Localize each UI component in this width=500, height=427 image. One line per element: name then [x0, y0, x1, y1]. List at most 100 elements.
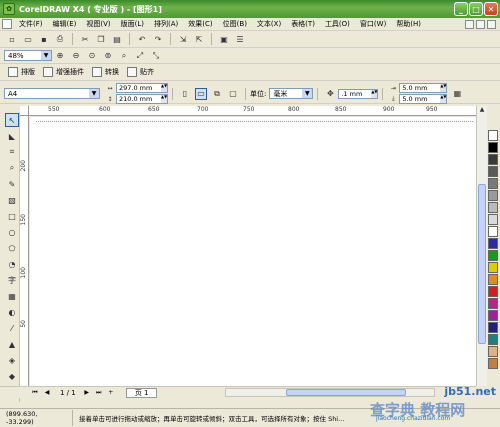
redo-icon[interactable]: ↷ — [152, 33, 164, 45]
color-swatch[interactable] — [488, 250, 498, 261]
color-swatch[interactable] — [488, 154, 498, 165]
color-swatch[interactable] — [488, 166, 498, 177]
copy-icon[interactable]: ❐ — [95, 33, 107, 45]
shape-tool-icon[interactable]: ◣ — [5, 129, 19, 143]
typeset-button[interactable]: 排版 — [4, 66, 39, 79]
undo-icon[interactable]: ↶ — [136, 33, 148, 45]
portrait-icon[interactable]: ▯ — [179, 88, 191, 100]
duplicate-y-field[interactable]: 5.0 mm ▲▼ — [399, 94, 448, 104]
drawing-canvas[interactable] — [30, 117, 476, 386]
basic-shapes-tool-icon[interactable]: ◔ — [5, 257, 19, 271]
cut-icon[interactable]: ✂ — [79, 33, 91, 45]
properties-icon[interactable]: ▦ — [451, 88, 463, 100]
zoom-out-icon[interactable]: ⊖ — [70, 50, 82, 62]
zoom-height-icon[interactable]: ⤡ — [150, 50, 162, 62]
color-swatch[interactable] — [488, 214, 498, 225]
color-swatch[interactable] — [488, 334, 498, 345]
nudge-distance-field[interactable]: .1 mm ▲▼ — [338, 88, 379, 99]
document-icon[interactable] — [2, 19, 12, 29]
color-swatch[interactable] — [488, 262, 498, 273]
new-file-icon[interactable]: ▫ — [6, 33, 18, 45]
color-swatch[interactable] — [488, 358, 498, 369]
options-icon[interactable]: ☰ — [234, 33, 246, 45]
ellipse-tool-icon[interactable]: ○ — [5, 225, 19, 239]
add-page-icon[interactable]: + — [106, 388, 116, 397]
maximize-button[interactable]: □ — [469, 2, 483, 16]
enhance-plugin-button[interactable]: 增强插件 — [39, 66, 88, 79]
zoom-tool-icon[interactable]: ⌕ — [5, 161, 19, 175]
menu-bitmaps[interactable]: 位图(B) — [218, 19, 252, 29]
rectangle-tool-icon[interactable]: □ — [5, 209, 19, 223]
prev-page-icon[interactable]: ◀ — [42, 388, 52, 397]
units-select[interactable]: 毫米 ▼ — [269, 88, 314, 99]
color-swatch[interactable] — [488, 226, 498, 237]
first-page-icon[interactable]: ⏮ — [30, 388, 40, 397]
open-folder-icon[interactable]: ▭ — [22, 33, 34, 45]
scroll-up-icon[interactable]: ▲ — [477, 106, 487, 116]
zoom-page-icon[interactable]: ⌕ — [118, 50, 130, 62]
close-button[interactable]: ✕ — [484, 2, 498, 16]
color-swatch[interactable] — [488, 286, 498, 297]
color-swatch[interactable] — [488, 310, 498, 321]
interactive-blend-tool-icon[interactable]: ◐ — [5, 305, 19, 319]
color-swatch[interactable] — [488, 346, 498, 357]
polygon-tool-icon[interactable]: ⬠ — [5, 241, 19, 255]
menu-table[interactable]: 表格(T) — [286, 19, 320, 29]
vertical-scroll-thumb[interactable] — [478, 184, 486, 344]
eyedropper-tool-icon[interactable]: ⁄ — [5, 321, 19, 335]
table-tool-icon[interactable]: ▦ — [5, 289, 19, 303]
color-swatch[interactable] — [488, 298, 498, 309]
color-swatch[interactable] — [488, 142, 498, 153]
import-icon[interactable]: ⇲ — [177, 33, 189, 45]
last-page-icon[interactable]: ⏭ — [94, 388, 104, 397]
freehand-tool-icon[interactable]: ✎ — [5, 177, 19, 191]
convert-button[interactable]: 转换 — [88, 66, 123, 79]
horizontal-ruler[interactable]: 550 600 650 700 750 800 850 900 950 — [29, 106, 476, 116]
paste-icon[interactable]: ▤ — [111, 33, 123, 45]
coreldraw-app-icon[interactable]: ✿ — [3, 3, 15, 15]
color-swatch[interactable] — [488, 202, 498, 213]
next-page-icon[interactable]: ▶ — [82, 388, 92, 397]
zoom-level-select[interactable]: 48% ▼ — [4, 50, 52, 61]
color-swatch[interactable] — [488, 322, 498, 333]
ruler-corner[interactable] — [20, 106, 29, 116]
zoom-width-icon[interactable]: ⤢ — [134, 50, 146, 62]
menu-help[interactable]: 帮助(H) — [391, 19, 426, 29]
application-launcher-icon[interactable]: ▣ — [218, 33, 230, 45]
zoom-all-icon[interactable]: ⊚ — [102, 50, 114, 62]
save-icon[interactable]: ▪ — [38, 33, 50, 45]
menu-view[interactable]: 视图(V) — [81, 19, 115, 29]
color-swatch[interactable] — [488, 238, 498, 249]
page-width-field[interactable]: 297.0 mm ▲▼ — [116, 83, 168, 93]
page-tab[interactable]: 页 1 — [125, 387, 158, 398]
menu-text[interactable]: 文本(X) — [252, 19, 286, 29]
color-swatch[interactable] — [488, 178, 498, 189]
all-pages-icon[interactable]: ⧉ — [211, 88, 223, 100]
export-icon[interactable]: ⇱ — [193, 33, 205, 45]
fill-tool-icon[interactable]: ◈ — [5, 353, 19, 367]
smart-fill-tool-icon[interactable]: ▧ — [5, 193, 19, 207]
crop-tool-icon[interactable]: ⌗ — [5, 145, 19, 159]
color-swatch[interactable] — [488, 274, 498, 285]
minimize-button[interactable]: _ — [454, 2, 468, 16]
duplicate-x-field[interactable]: 5.0 mm ▲▼ — [399, 83, 448, 93]
doc-minimize-button[interactable] — [465, 19, 474, 29]
menu-arrange[interactable]: 排列(A) — [149, 19, 183, 29]
doc-close-button[interactable] — [487, 19, 496, 29]
interactive-fill-tool-icon[interactable]: ◆ — [5, 369, 19, 383]
page-height-field[interactable]: 210.0 mm ▲▼ — [116, 94, 168, 104]
current-page-icon[interactable]: ▢ — [227, 88, 239, 100]
menu-layout[interactable]: 版面(L) — [116, 19, 149, 29]
pick-tool-icon[interactable]: ↖ — [5, 113, 19, 127]
text-tool-icon[interactable]: 字 — [5, 273, 19, 287]
color-swatch[interactable] — [488, 190, 498, 201]
vertical-ruler[interactable]: 200 150 100 50 — [20, 116, 29, 386]
landscape-icon[interactable]: ▭ — [195, 87, 207, 100]
zoom-selected-icon[interactable]: ⊙ — [86, 50, 98, 62]
print-icon[interactable]: ⎙ — [54, 33, 66, 45]
color-swatch[interactable] — [488, 130, 498, 141]
zoom-in-icon[interactable]: ⊕ — [54, 50, 66, 62]
doc-restore-button[interactable] — [476, 19, 485, 29]
outline-tool-icon[interactable]: ▲ — [5, 337, 19, 351]
menu-file[interactable]: 文件(F) — [14, 19, 48, 29]
